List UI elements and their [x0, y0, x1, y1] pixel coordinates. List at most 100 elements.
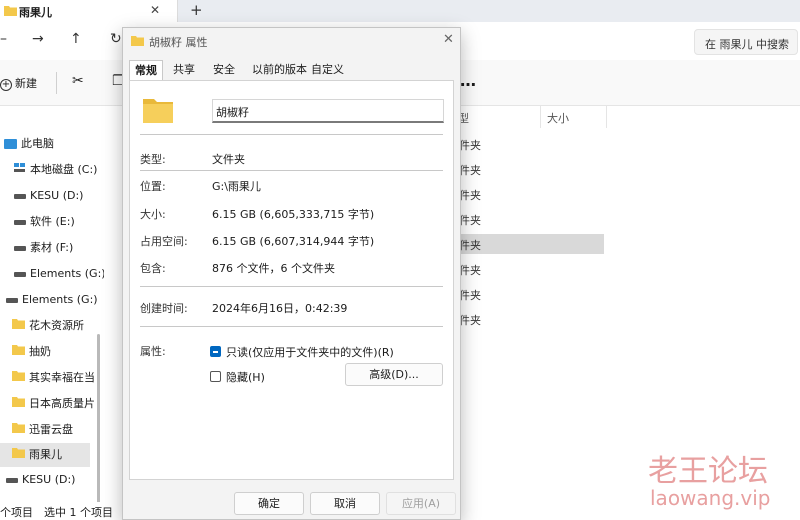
folder-icon [143, 97, 173, 126]
up-arrow-icon[interactable]: ↑ [70, 31, 82, 47]
contains-value: 876 个文件，6 个文件夹 [212, 262, 335, 275]
size-value: 6.15 GB (6,605,333,715 字节) [212, 208, 375, 221]
sidebar-item-drive-g[interactable]: Elements (G:) [14, 262, 110, 286]
search-input[interactable]: 在 雨果儿 中搜索 [694, 29, 798, 55]
folder-icon [131, 35, 144, 49]
cut-icon[interactable]: ✂ [72, 73, 84, 89]
disk-size-value: 6.15 GB (6,607,314,944 字节) [212, 235, 375, 248]
tab-previous-versions[interactable]: 以前的版本 [247, 60, 312, 80]
tab-sharing[interactable]: 共享 [168, 60, 200, 80]
new-tab-icon[interactable]: + [190, 1, 203, 19]
close-tab-icon[interactable]: ✕ [150, 3, 160, 17]
drive-icon [14, 271, 26, 277]
sidebar-item-kesu-d[interactable]: KESU (D:) [6, 468, 102, 492]
sidebar-item-folder[interactable]: 其实幸福在当 [12, 366, 108, 390]
hidden-label[interactable]: 隐藏(H) [226, 369, 265, 385]
ok-button[interactable]: 确定 [234, 492, 304, 515]
drive-icon [14, 245, 26, 251]
list-item-type: 件夹 [459, 189, 481, 202]
hidden-checkbox[interactable] [210, 371, 221, 382]
sidebar-item-label: 软件 (E:) [30, 215, 75, 228]
dialog-title: 胡椒籽 属性 [149, 36, 208, 49]
drive-icon [6, 477, 18, 483]
tab-strip: 雨果儿 ✕ + [0, 0, 800, 22]
more-options-icon[interactable]: … [460, 71, 476, 90]
status-selected-count: 选中 1 个项目 [44, 506, 113, 519]
properties-dialog: 胡椒籽 属性 ✕ 常规 共享 安全 以前的版本 自定义 胡椒籽 类型: 文件夹 … [122, 27, 461, 520]
list-item-type: 件夹 [459, 289, 481, 302]
apply-button[interactable]: 应用(A) [386, 492, 456, 515]
tab-customize[interactable]: 自定义 [306, 60, 349, 80]
location-label: 位置: [140, 180, 166, 193]
disk-size-label: 占用空间: [140, 235, 188, 248]
divider [140, 286, 443, 287]
sidebar-item-label: Elements (G:) [22, 293, 98, 306]
folder-icon [12, 340, 25, 364]
close-icon[interactable]: ✕ [443, 32, 454, 47]
list-item-type: 件夹 [459, 264, 481, 277]
list-item-type: 件夹 [459, 139, 481, 152]
sidebar-item-drive-c[interactable]: 本地磁盘 (C:) [14, 158, 110, 182]
readonly-checkbox[interactable] [210, 346, 221, 357]
folder-name-value: 胡椒籽 [216, 106, 249, 119]
type-value: 文件夹 [212, 153, 245, 166]
general-panel: 胡椒籽 类型: 文件夹 位置: G:\雨果儿 大小: 6.15 GB (6,60… [129, 80, 454, 480]
folder-name-field[interactable]: 胡椒籽 [212, 99, 444, 123]
explorer-tab[interactable]: 雨果儿 ✕ [0, 0, 178, 22]
plus-icon: + [0, 79, 12, 91]
created-label: 创建时间: [140, 302, 188, 315]
type-label: 类型: [140, 153, 166, 166]
created-value: 2024年6月16日，0:42:39 [212, 302, 348, 315]
column-header-size[interactable]: 大小 [547, 110, 569, 126]
status-item-count: 个项目 [0, 506, 33, 519]
sidebar-item-drive-f[interactable]: 素材 (F:) [14, 236, 110, 260]
sidebar-item-folder[interactable]: 日本高质量片 [12, 392, 108, 416]
sidebar-item-label: 花木资源所 [29, 319, 84, 332]
folder-icon [12, 418, 25, 442]
sidebar-item-label: 雨果儿 [29, 448, 62, 461]
sidebar-item-label: 抽奶 [29, 345, 51, 358]
advanced-button[interactable]: 高级(D)... [345, 363, 443, 386]
sidebar-item-label: Elements (G:) [30, 267, 106, 280]
sidebar-item-elements-g[interactable]: Elements (G:) [6, 288, 102, 312]
watermark-url: laowang.vip [650, 486, 771, 510]
attributes-label: 属性: [140, 345, 166, 358]
column-divider [540, 106, 541, 128]
navigation-pane: 此电脑 本地磁盘 (C:) KESU (D:) 软件 (E:) 素材 (F:) … [0, 106, 106, 520]
list-item-type: 件夹 [459, 164, 481, 177]
sidebar-item-folder[interactable]: 花木资源所 [12, 314, 108, 338]
sidebar-item-this-pc[interactable]: 此电脑 [4, 132, 100, 156]
list-item-type: 件夹 [459, 214, 481, 227]
sidebar-item-label: KESU (D:) [30, 189, 84, 202]
cancel-button[interactable]: 取消 [310, 492, 380, 515]
sidebar-scrollbar[interactable] [97, 334, 100, 504]
readonly-label[interactable]: 只读(仅应用于文件夹中的文件)(R) [226, 344, 394, 360]
dialog-title-bar[interactable]: 胡椒籽 属性 ✕ [123, 28, 460, 56]
back-icon[interactable]: – [0, 31, 7, 47]
refresh-icon[interactable]: ↻ [110, 31, 122, 47]
size-label: 大小: [140, 208, 166, 221]
folder-icon [12, 366, 25, 390]
folder-icon [4, 5, 17, 19]
location-value: G:\雨果儿 [212, 180, 261, 193]
list-item-type: 件夹 [459, 239, 481, 252]
contains-label: 包含: [140, 262, 166, 275]
divider [140, 170, 443, 171]
sidebar-item-label: KESU (D:) [22, 473, 76, 486]
sidebar-item-drive-e[interactable]: 软件 (E:) [14, 210, 110, 234]
dialog-tabs: 常规 共享 安全 以前的版本 自定义 [129, 60, 454, 81]
folder-icon [12, 392, 25, 416]
sidebar-item-label: 本地磁盘 (C:) [30, 163, 98, 176]
forward-arrow-icon[interactable]: → [32, 31, 44, 47]
sidebar-item-folder[interactable]: 迅雷云盘 [12, 418, 108, 442]
sidebar-item-selected-folder[interactable]: 雨果儿 [0, 443, 90, 467]
sidebar-item-drive-d[interactable]: KESU (D:) [14, 184, 110, 208]
sidebar-item-label: 此电脑 [21, 137, 54, 150]
column-divider [606, 106, 607, 128]
new-button[interactable]: + 新建 [0, 75, 37, 91]
tab-security[interactable]: 安全 [208, 60, 240, 80]
sidebar-item-folder[interactable]: 抽奶 [12, 340, 108, 364]
tab-general[interactable]: 常规 [129, 60, 163, 81]
computer-icon [4, 139, 17, 149]
divider [140, 326, 443, 327]
